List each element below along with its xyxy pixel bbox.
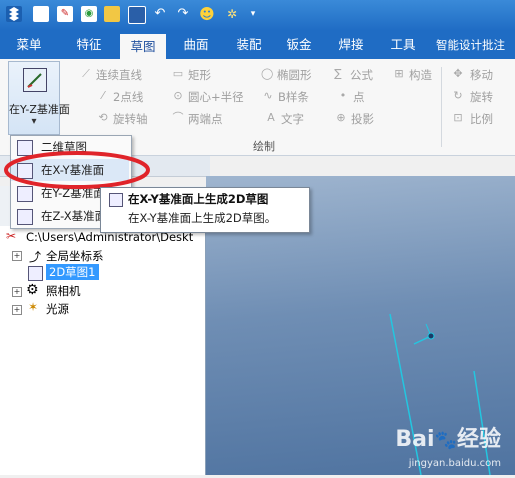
new-file-icon[interactable] <box>33 6 49 22</box>
app-logo-icon[interactable] <box>6 6 22 22</box>
rotate-axis-icon: ⟲ <box>98 111 108 124</box>
open-folder-icon[interactable] <box>104 6 120 22</box>
sketch-icon <box>109 193 123 207</box>
tree-item-global-coords[interactable]: 全局坐标系 <box>46 248 104 264</box>
sparkle-icon[interactable]: ✲ <box>224 6 240 22</box>
formula-icon: ∑ <box>334 67 342 80</box>
tooltip: 在X-Y基准面上生成2D草图 在X-Y基准面上生成2D草图。 <box>100 187 310 233</box>
circle-icon: ⊙ <box>173 89 183 102</box>
point-button[interactable]: 点 <box>353 89 365 105</box>
scale-button[interactable]: 比例 <box>470 111 493 127</box>
sketch-plane-icon <box>23 68 47 92</box>
dropdown-arrow-icon[interactable]: ▾ <box>245 6 261 22</box>
expand-icon[interactable]: + <box>12 305 22 315</box>
draw-group-label: 绘制 <box>253 140 275 153</box>
root-icon: ✂ <box>6 229 17 243</box>
bspline-button[interactable]: B样条 <box>278 89 309 105</box>
tab-tools[interactable]: 工具 <box>380 31 426 59</box>
continuous-line-button[interactable]: 连续直线 <box>96 67 142 83</box>
move-icon: ✥ <box>453 67 463 80</box>
ellipse-icon: ◯ <box>261 67 274 80</box>
watermark: Bai🐾经验 <box>395 427 501 452</box>
tree-item-camera[interactable]: 照相机 <box>46 283 81 299</box>
two-point-line-icon: ⁄ <box>102 89 104 102</box>
rotate-axis-button[interactable]: 旋转轴 <box>113 111 148 127</box>
camera-icon: ⚙ <box>26 282 39 298</box>
tab-surface[interactable]: 曲面 <box>173 31 219 59</box>
chevron-down-icon: ▾ <box>31 116 37 127</box>
bspline-icon: ∿ <box>263 89 273 102</box>
rotate-button[interactable]: 旋转 <box>470 89 493 105</box>
open-icon[interactable]: ◉ <box>81 6 97 22</box>
ellipse-button[interactable]: 椭圆形 <box>277 67 312 83</box>
tooltip-title: 在X-Y基准面上生成2D草图 <box>128 192 269 206</box>
arc-icon: ⌒ <box>172 111 184 124</box>
tree-item-light[interactable]: 光源 <box>46 301 69 317</box>
tab-menu[interactable]: 菜单 <box>6 31 52 59</box>
point-icon: • <box>339 89 347 102</box>
two-endpoint-arc-button[interactable]: 两端点 <box>188 111 223 127</box>
menu-bar: 菜单 特征 草图 曲面 装配 钣金 焊接 工具 智能设计批注 <box>0 31 515 59</box>
tab-sheet-metal[interactable]: 钣金 <box>276 31 322 59</box>
light-icon: ✶ <box>28 300 39 314</box>
watermark-url: jingyan.baidu.com <box>408 458 501 469</box>
line-icon: ⟋ <box>82 67 90 80</box>
construct-icon: ⊞ <box>394 67 404 80</box>
text-button[interactable]: 文字 <box>281 111 304 127</box>
quick-access-toolbar: ✎ ◉ ↶ ↷ ☻ ✲ ▾ <box>0 0 515 31</box>
scale-icon: ⊡ <box>453 111 463 124</box>
construct-button[interactable]: 构造 <box>409 67 432 83</box>
tab-assembly[interactable]: 装配 <box>226 31 272 59</box>
tab-smart-design[interactable]: 智能设计批注 <box>426 31 515 59</box>
tab-welding[interactable]: 焊接 <box>328 31 374 59</box>
two-point-line-button[interactable]: 2点线 <box>113 89 143 105</box>
tooltip-description: 在X-Y基准面上生成2D草图。 <box>128 211 277 225</box>
design-tree: ✂ C:\Users\Administrator\Deskt + ⤴ 全局坐标系… <box>0 226 206 475</box>
tab-sketch[interactable]: 草图 <box>120 34 166 59</box>
sketch-icon <box>17 209 33 225</box>
formula-button[interactable]: 公式 <box>350 67 373 83</box>
new-drawing-icon[interactable]: ✎ <box>57 6 73 22</box>
expand-icon[interactable]: + <box>12 251 22 261</box>
yz-plane-label: 在Y-Z基准面 <box>9 103 70 116</box>
tree-item-2d-sketch[interactable]: 2D草图1 <box>46 264 99 280</box>
expand-icon[interactable]: + <box>12 287 22 297</box>
rectangle-button[interactable]: 矩形 <box>188 67 211 83</box>
yz-plane-sketch-button[interactable]: 在Y-Z基准面 ▾ <box>8 61 70 135</box>
rotate-icon: ↻ <box>453 89 463 102</box>
rectangle-icon: ▭ <box>172 67 184 80</box>
smart-icon[interactable]: ☻ <box>199 6 215 22</box>
undo-icon[interactable]: ↶ <box>152 6 168 22</box>
redo-icon[interactable]: ↷ <box>175 6 191 22</box>
project-button[interactable]: 投影 <box>351 111 374 127</box>
sketch-icon <box>28 266 43 281</box>
move-button[interactable]: 移动 <box>470 67 493 83</box>
coordinate-system-icon: ⤴ <box>29 250 42 264</box>
circle-center-radius-button[interactable]: 圆心+半径 <box>188 89 244 105</box>
ribbon-divider <box>441 67 442 147</box>
project-icon: ⊕ <box>336 111 346 124</box>
text-icon: A <box>267 111 275 124</box>
tab-feature[interactable]: 特征 <box>66 31 112 59</box>
save-icon[interactable] <box>128 6 146 24</box>
